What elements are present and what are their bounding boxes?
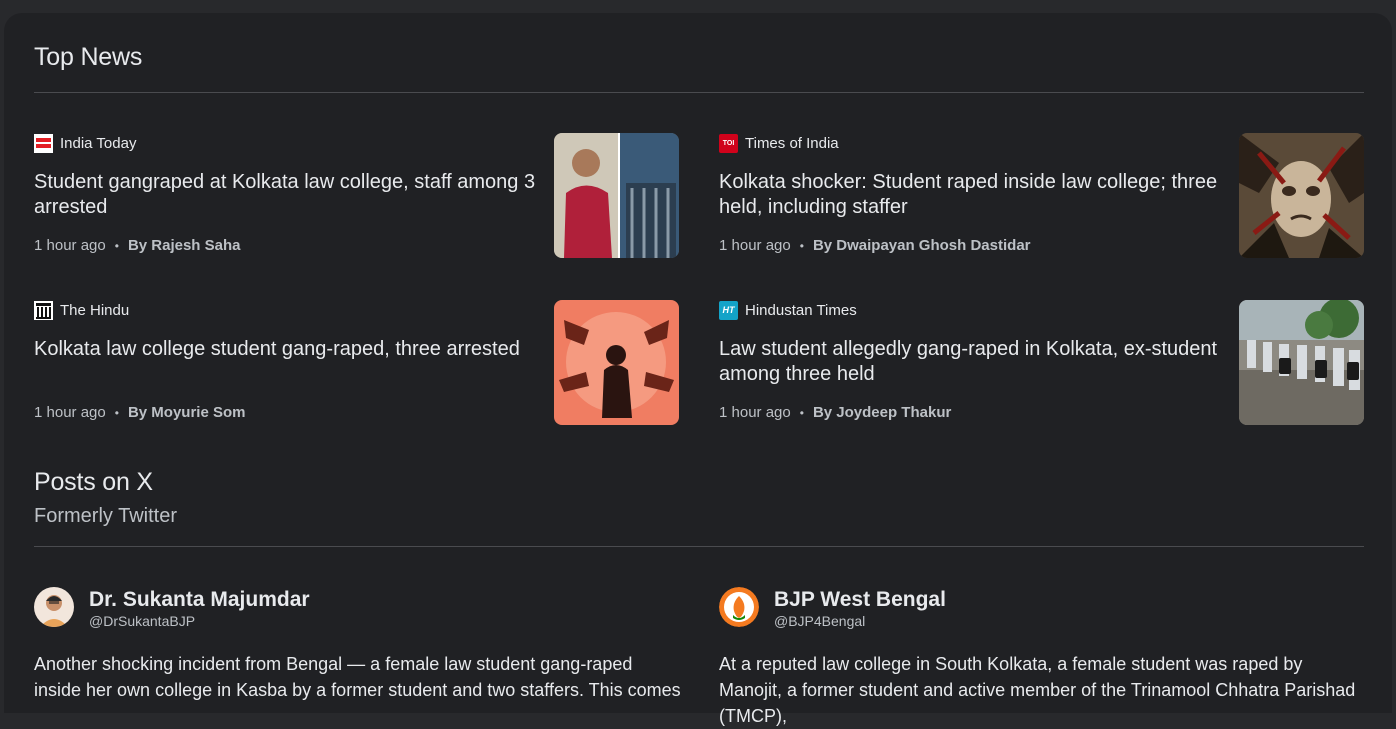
news-headline-link[interactable]: Law student allegedly gang-raped in Kolk… [719, 337, 1224, 387]
avatar[interactable] [719, 587, 759, 627]
news-meta: 1 hour ago • By Dwaipayan Ghosh Dastidar [719, 237, 1031, 254]
news-time: 1 hour ago [34, 404, 106, 421]
times-of-india-logo-icon: TOI [719, 133, 738, 153]
news-time: 1 hour ago [719, 404, 791, 421]
meta-separator-dot: • [799, 405, 804, 420]
results-card: Top News India Today Student gangraped a… [4, 13, 1392, 726]
news-article-india-today[interactable]: India Today Student gangraped at Kolkata… [34, 133, 679, 258]
news-source: TOI Times of India [719, 133, 839, 153]
news-thumbnail[interactable] [554, 133, 679, 258]
news-author: By Moyurie Som [127, 404, 246, 421]
news-meta: 1 hour ago • By Rajesh Saha [34, 237, 241, 254]
news-source: HT Hindustan Times [719, 300, 857, 320]
post-text: Another shocking incident from Bengal — … [34, 654, 681, 700]
post-author-handle[interactable]: @DrSukantaBJP [89, 613, 195, 629]
news-author: By Joydeep Thakur [812, 404, 952, 421]
news-source: India Today [34, 133, 136, 153]
news-author: By Dwaipayan Ghosh Dastidar [812, 237, 1031, 254]
news-thumbnail[interactable] [1239, 133, 1364, 258]
avatar[interactable] [34, 587, 74, 627]
news-headline-link[interactable]: Kolkata shocker: Student raped inside la… [719, 170, 1224, 220]
top-news-divider [34, 92, 1364, 93]
india-today-logo-icon [34, 133, 53, 153]
news-article-the-hindu[interactable]: The Hindu Kolkata law college student ga… [34, 300, 679, 425]
news-source: The Hindu [34, 300, 129, 320]
news-source-name: The Hindu [60, 301, 130, 319]
posts-divider [34, 546, 1364, 547]
posts-on-x-subtitle: Formerly Twitter [34, 505, 177, 527]
news-source-name: Times of India [745, 134, 839, 152]
post-author-handle[interactable]: @BJP4Bengal [774, 613, 865, 629]
news-thumbnail[interactable] [554, 300, 679, 425]
news-source-name: India Today [60, 134, 137, 152]
meta-separator-dot: • [114, 405, 119, 420]
post-author-name[interactable]: BJP West Bengal [774, 588, 946, 612]
meta-separator-dot: • [114, 238, 119, 253]
post-author-name[interactable]: Dr. Sukanta Majumdar [89, 588, 310, 612]
the-hindu-logo-icon [34, 300, 53, 320]
news-headline-link[interactable]: Kolkata law college student gang-raped, … [34, 337, 539, 362]
posts-on-x-heading: Posts on X [34, 468, 153, 496]
news-article-times-of-india[interactable]: TOI Times of India Kolkata shocker: Stud… [719, 133, 1364, 258]
news-meta: 1 hour ago • By Moyurie Som [34, 404, 245, 421]
post-text: At a reputed law college in South Kolkat… [719, 654, 1356, 726]
news-headline-link[interactable]: Student gangraped at Kolkata law college… [34, 170, 539, 220]
hindustan-times-logo-icon: HT [719, 300, 738, 320]
meta-separator-dot: • [799, 238, 804, 253]
news-thumbnail[interactable] [1239, 300, 1364, 425]
top-news-heading: Top News [34, 43, 143, 71]
news-time: 1 hour ago [719, 237, 791, 254]
news-source-name: Hindustan Times [745, 301, 857, 319]
news-author: By Rajesh Saha [127, 237, 241, 254]
news-meta: 1 hour ago • By Joydeep Thakur [719, 404, 951, 421]
news-article-hindustan-times[interactable]: HT Hindustan Times Law student allegedly… [719, 300, 1364, 425]
news-time: 1 hour ago [34, 237, 106, 254]
